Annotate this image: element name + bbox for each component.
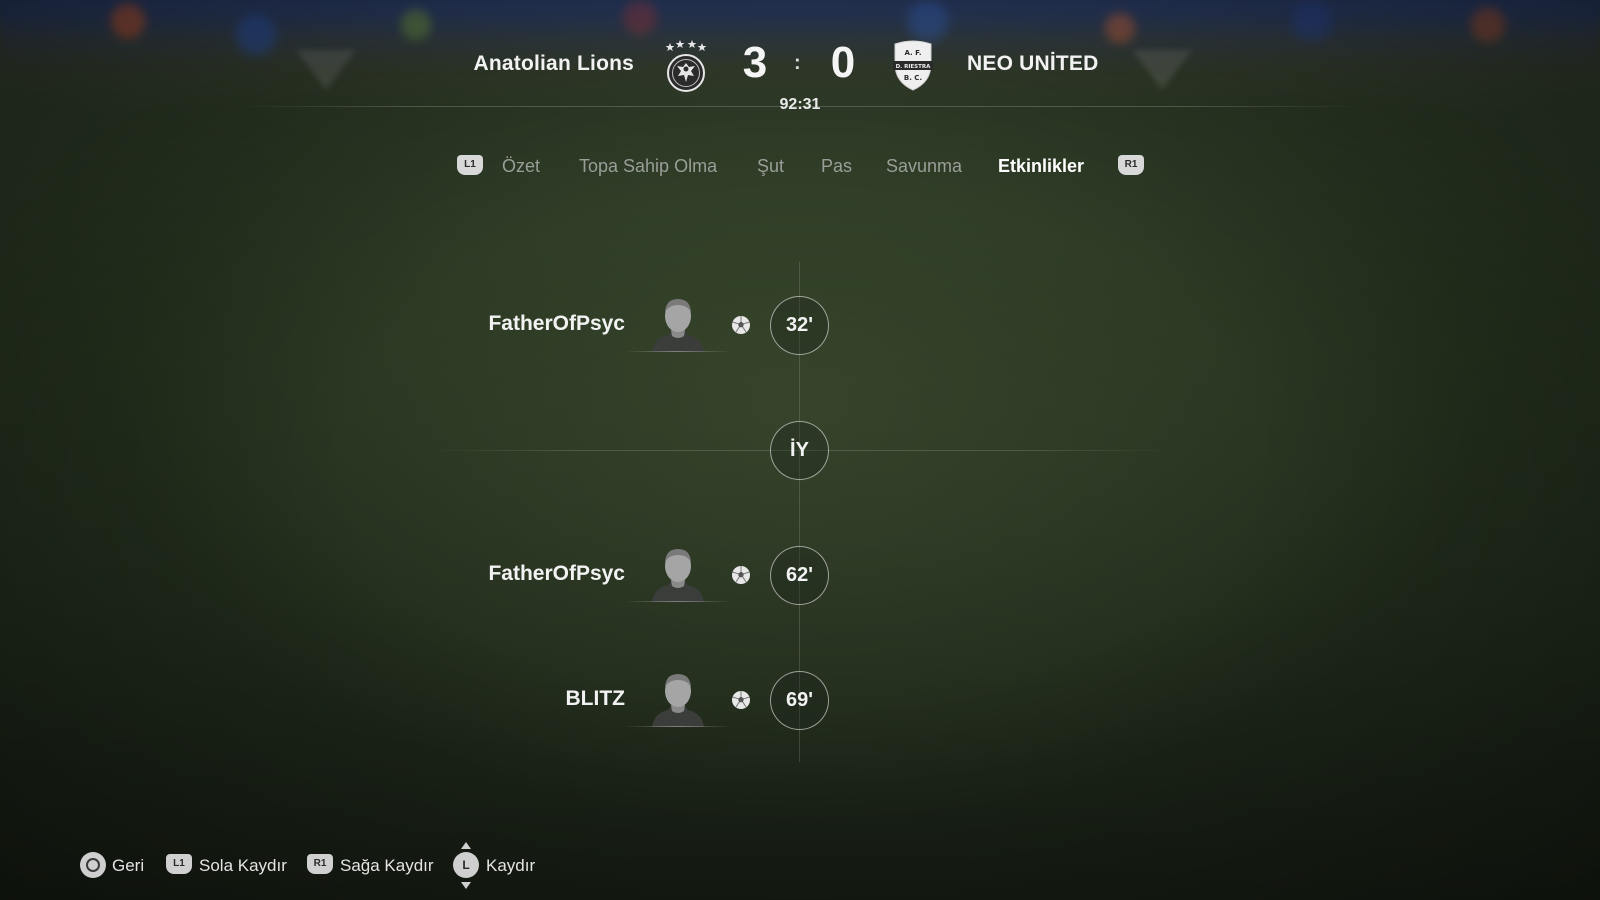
scroll-hint-label[interactable]: Kaydır [486,856,535,876]
soccer-ball-icon [732,316,750,334]
away-crest-top-text: A. F. [904,49,921,57]
l1-button-icon[interactable]: L1 [166,854,192,874]
soccer-ball-icon [732,566,750,584]
home-team-crest-icon [665,40,707,92]
timeline-event: BLITZ 69' [0,671,1600,731]
stats-tab-bar: L1 Özet Topa Sahip Olma Şut Pas Savunma … [0,152,1600,182]
tab-pas[interactable]: Pas [821,156,852,177]
away-team-name: NEO UNİTED [967,52,1099,75]
event-player-name: BLITZ [565,687,625,710]
player-avatar-icon [652,299,704,352]
event-minute-badge: 62' [770,546,829,605]
r1-button-icon[interactable]: R1 [307,854,333,874]
home-team-name: Anatolian Lions [473,52,634,75]
home-score: 3 [742,38,768,87]
scoreboard: Anatolian Lions 3 : 0 A. F. D. RIESTRA B… [0,0,1600,120]
event-player-name: FatherOfPsyc [488,312,625,335]
r1-button-icon[interactable]: R1 [1118,155,1144,175]
stick-up-arrow-icon [461,842,471,849]
scroll-left-hint-label[interactable]: Sola Kaydır [199,856,287,876]
player-avatar-icon [652,674,704,727]
stick-down-arrow-icon [461,882,471,889]
away-crest-bottom-text: B. C. [904,74,922,82]
score-separator: : [794,52,801,74]
halftime-badge: İY [770,421,829,480]
button-hints-bar: Geri L1 Sola Kaydır R1 Sağa Kaydır L Kay… [0,840,1600,890]
away-crest-mid-text: D. RIESTRA [896,64,932,70]
event-minute-badge: 32' [770,296,829,355]
away-score: 0 [830,38,856,87]
tab-savunma[interactable]: Savunma [886,156,962,177]
tab-etkinlikler[interactable]: Etkinlikler [998,156,1084,177]
event-player-name: FatherOfPsyc [488,562,625,585]
tab-topa-sahip-olma[interactable]: Topa Sahip Olma [579,156,717,177]
soccer-ball-icon [732,691,750,709]
back-hint-label[interactable]: Geri [112,856,144,876]
circle-button-icon[interactable] [80,852,106,878]
match-clock: 92:31 [779,96,821,113]
tab-sut[interactable]: Şut [757,156,784,177]
tab-ozet[interactable]: Özet [502,156,540,177]
scroll-right-hint-label[interactable]: Sağa Kaydır [340,856,434,876]
left-stick-icon[interactable]: L [453,852,479,878]
timeline-event: FatherOfPsyc 62' [0,546,1600,606]
player-avatar-icon [652,549,704,602]
l1-button-icon[interactable]: L1 [457,155,483,175]
timeline-event: FatherOfPsyc 32' [0,296,1600,356]
away-team-crest-icon: A. F. D. RIESTRA B. C. [893,40,933,91]
event-minute-badge: 69' [770,671,829,730]
